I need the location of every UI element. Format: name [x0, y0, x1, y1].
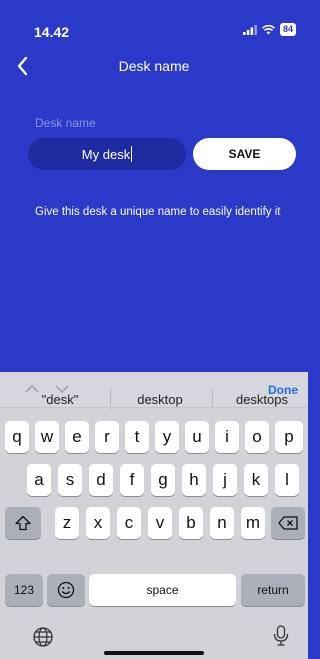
key-h[interactable]: h [182, 464, 206, 496]
key-y[interactable]: y [155, 421, 179, 453]
nav-bar: Desk name [0, 52, 308, 80]
battery-indicator: 84 [279, 23, 296, 36]
shift-key[interactable] [5, 507, 41, 539]
hint-text: Give this desk a unique name to easily i… [35, 206, 281, 218]
home-indicator [104, 651, 204, 655]
text-caret [131, 146, 133, 162]
status-icons: 84 [242, 23, 296, 36]
key-f[interactable]: f [120, 464, 144, 496]
status-time: 14.42 [34, 24, 70, 40]
key-j[interactable]: j [213, 464, 237, 496]
prediction-divider [212, 389, 213, 409]
return-key[interactable]: return [241, 574, 305, 606]
key-s[interactable]: s [58, 464, 82, 496]
prediction-divider [110, 389, 111, 409]
microphone-icon[interactable] [272, 624, 290, 648]
key-n[interactable]: n [210, 507, 234, 539]
delete-icon [278, 516, 298, 530]
signal-bars-icon [242, 24, 257, 35]
key-q[interactable]: q [5, 421, 29, 453]
key-t[interactable]: t [125, 421, 149, 453]
save-button[interactable]: SAVE [193, 138, 296, 170]
key-d[interactable]: d [89, 464, 113, 496]
key-k[interactable]: k [244, 464, 268, 496]
prediction-item[interactable]: desktops [222, 392, 302, 407]
key-u[interactable]: u [185, 421, 209, 453]
key-z[interactable]: z [55, 507, 79, 539]
key-r[interactable]: r [95, 421, 119, 453]
key-m[interactable]: m [241, 507, 265, 539]
prediction-item[interactable]: "desk" [20, 392, 100, 407]
key-e[interactable]: e [65, 421, 89, 453]
emoji-icon [57, 581, 75, 599]
key-v[interactable]: v [148, 507, 172, 539]
emoji-key[interactable] [47, 574, 85, 606]
page-title: Desk name [118, 58, 190, 74]
globe-icon[interactable] [32, 626, 54, 648]
key-c[interactable]: c [117, 507, 141, 539]
space-key[interactable]: space [89, 574, 236, 606]
key-o[interactable]: o [245, 421, 269, 453]
prediction-item[interactable]: desktop [120, 392, 200, 407]
key-l[interactable]: l [275, 464, 299, 496]
desk-name-label: Desk name [35, 116, 96, 130]
numbers-key[interactable]: 123 [5, 574, 43, 606]
shift-icon [15, 515, 31, 531]
desk-name-input[interactable]: My desk [28, 138, 186, 170]
prediction-bar: "desk" desktop desktops [0, 384, 308, 414]
key-w[interactable]: w [35, 421, 59, 453]
key-x[interactable]: x [86, 507, 110, 539]
key-i[interactable]: i [215, 421, 239, 453]
delete-key[interactable] [271, 507, 305, 539]
key-g[interactable]: g [151, 464, 175, 496]
desk-name-value: My desk [81, 146, 131, 162]
status-bar: 14.42 84 [0, 0, 308, 44]
key-p[interactable]: p [275, 421, 303, 453]
key-a[interactable]: a [27, 464, 51, 496]
key-b[interactable]: b [179, 507, 203, 539]
wifi-icon [262, 24, 275, 34]
